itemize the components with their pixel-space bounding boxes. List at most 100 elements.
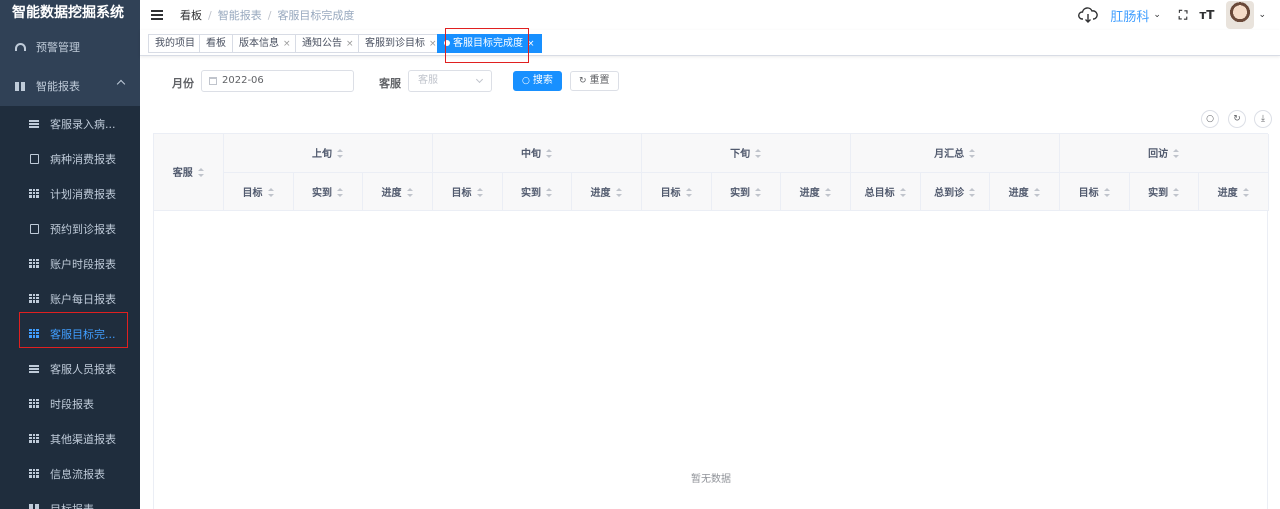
fullscreen-icon[interactable]: ⛶	[1179, 8, 1187, 23]
sidebar-item-other-channel[interactable]: 其他渠道报表	[0, 421, 140, 456]
search-button[interactable]: ○ 搜索	[513, 71, 562, 91]
table-header-cell[interactable]: 目标	[223, 172, 294, 211]
sort-icon[interactable]	[546, 187, 553, 197]
toggle-search-icon[interactable]: ○	[1201, 110, 1219, 128]
close-icon[interactable]: ×	[283, 39, 291, 49]
table-header-service[interactable]: 客服	[154, 134, 224, 211]
table-header-group[interactable]: 上旬	[223, 134, 433, 173]
service-select[interactable]: 客服	[408, 70, 492, 92]
caret-down-icon[interactable]: ⌄	[1258, 10, 1266, 20]
sort-icon[interactable]	[755, 187, 762, 197]
sidebar-item-service-entry[interactable]: 客服录入病...	[0, 106, 140, 141]
table-header-group[interactable]: 下旬	[641, 134, 851, 173]
sort-icon[interactable]	[546, 149, 553, 159]
sort-icon[interactable]	[267, 187, 274, 197]
caret-down-icon[interactable]: ⌄	[1153, 10, 1161, 20]
sort-icon[interactable]	[685, 187, 692, 197]
table-header-cell[interactable]: 目标	[1059, 172, 1130, 211]
table-header-cell[interactable]: 目标	[641, 172, 712, 211]
table-header-group[interactable]: 月汇总	[850, 134, 1060, 173]
table-header-cell[interactable]: 进度	[989, 172, 1060, 211]
sidebar-item-label: 客服人员报表	[50, 362, 116, 376]
tag-label: 通知公告	[302, 38, 342, 49]
sort-icon[interactable]	[1242, 187, 1249, 197]
sidebar-item-disease-cost[interactable]: 病种消费报表	[0, 141, 140, 176]
sort-icon[interactable]	[337, 149, 344, 159]
sidebar-item-plan-cost[interactable]: 计划消费报表	[0, 176, 140, 211]
table-header-cell[interactable]: 进度	[1198, 172, 1269, 211]
header-label: 实到	[1148, 187, 1169, 199]
sidebar-item-service-staff[interactable]: 客服人员报表	[0, 351, 140, 386]
hamburger-icon[interactable]	[151, 10, 163, 20]
sidebar-item-target[interactable]: 目标报表	[0, 491, 140, 509]
font-size-icon[interactable]: тT	[1199, 8, 1214, 22]
sort-icon[interactable]	[1173, 187, 1180, 197]
department-selector[interactable]: 肛肠科	[1110, 6, 1149, 25]
sort-icon[interactable]	[969, 149, 976, 159]
sidebar-item-service-target[interactable]: 客服目标完...	[0, 316, 140, 351]
table-header-cell[interactable]: 进度	[362, 172, 433, 211]
calendar-icon	[209, 77, 217, 85]
table-header-cell[interactable]: 进度	[780, 172, 851, 211]
tag-label: 客服到诊目标	[365, 38, 425, 49]
sort-icon[interactable]	[824, 187, 831, 197]
table-header-cell[interactable]: 实到	[293, 172, 363, 211]
tag-my-projects[interactable]: 我的项目	[148, 34, 202, 53]
table-header-group[interactable]: 中旬	[432, 134, 642, 173]
month-picker[interactable]: 2022-06	[201, 70, 354, 92]
tag-dashboard[interactable]: 看板	[199, 34, 233, 53]
close-icon[interactable]: ×	[527, 39, 535, 49]
header-label: 进度	[799, 187, 820, 199]
table-header-cell[interactable]: 总到诊	[920, 172, 990, 211]
sort-icon[interactable]	[1103, 187, 1110, 197]
sort-icon[interactable]	[899, 187, 906, 197]
cloud-download-icon[interactable]	[1078, 7, 1099, 23]
breadcrumb-item[interactable]: 看板	[180, 7, 202, 23]
tag-notice[interactable]: 通知公告 ×	[295, 34, 361, 53]
table-header-cell[interactable]: 实到	[502, 172, 572, 211]
sort-icon[interactable]	[406, 187, 413, 197]
sort-icon[interactable]	[197, 168, 204, 178]
grid-icon	[28, 469, 40, 479]
empty-text: 暂无数据	[691, 474, 731, 485]
sidebar-item-label: 预约到诊报表	[50, 222, 116, 236]
sidebar-item-appointment[interactable]: 预约到诊报表	[0, 211, 140, 246]
close-icon[interactable]: ×	[346, 39, 354, 49]
table-header-cell[interactable]: 进度	[571, 172, 642, 211]
sidebar-item-account-period[interactable]: 账户时段报表	[0, 246, 140, 281]
avatar[interactable]	[1226, 1, 1255, 29]
sidebar-item-account-daily[interactable]: 账户每日报表	[0, 281, 140, 316]
sidebar-item-warning[interactable]: 预警管理	[0, 28, 140, 66]
table-header-group[interactable]: 回访	[1059, 134, 1269, 173]
table-header-cell[interactable]: 实到	[711, 172, 781, 211]
download-icon[interactable]: ⤓	[1254, 110, 1272, 128]
breadcrumb-separator: /	[267, 8, 272, 22]
tag-service-target-completion[interactable]: 客服目标完成度 ×	[437, 34, 542, 53]
close-icon[interactable]: ×	[429, 39, 437, 49]
sidebar-group-smart-reports[interactable]: 智能报表	[0, 66, 140, 106]
header-label: 目标	[660, 187, 681, 199]
sort-icon[interactable]	[1173, 149, 1180, 159]
sort-icon[interactable]	[615, 187, 622, 197]
refresh-table-icon[interactable]: ↻	[1228, 110, 1246, 128]
sort-icon[interactable]	[969, 187, 976, 197]
refresh-icon: ↻	[579, 76, 587, 86]
header-label: 进度	[1008, 187, 1029, 199]
book-icon	[14, 81, 26, 91]
tag-service-visit-target[interactable]: 客服到诊目标 ×	[358, 34, 444, 53]
breadcrumb-item: 客服目标完成度	[277, 9, 355, 22]
reset-button[interactable]: ↻ 重置	[570, 71, 619, 91]
table-header-cell[interactable]: 目标	[432, 172, 503, 211]
sort-icon[interactable]	[1033, 187, 1040, 197]
service-label: 客服	[379, 77, 401, 90]
sidebar-item-period[interactable]: 时段报表	[0, 386, 140, 421]
header-label: 实到	[312, 187, 332, 199]
sort-icon[interactable]	[476, 187, 483, 197]
sort-icon[interactable]	[755, 149, 762, 159]
sort-icon[interactable]	[337, 187, 343, 197]
table-header-cell[interactable]: 总目标	[850, 172, 921, 211]
sidebar-item-info-flow[interactable]: 信息流报表	[0, 456, 140, 491]
grid-icon	[28, 294, 40, 304]
table-header-cell[interactable]: 实到	[1129, 172, 1199, 211]
tag-version-info[interactable]: 版本信息 ×	[232, 34, 298, 53]
